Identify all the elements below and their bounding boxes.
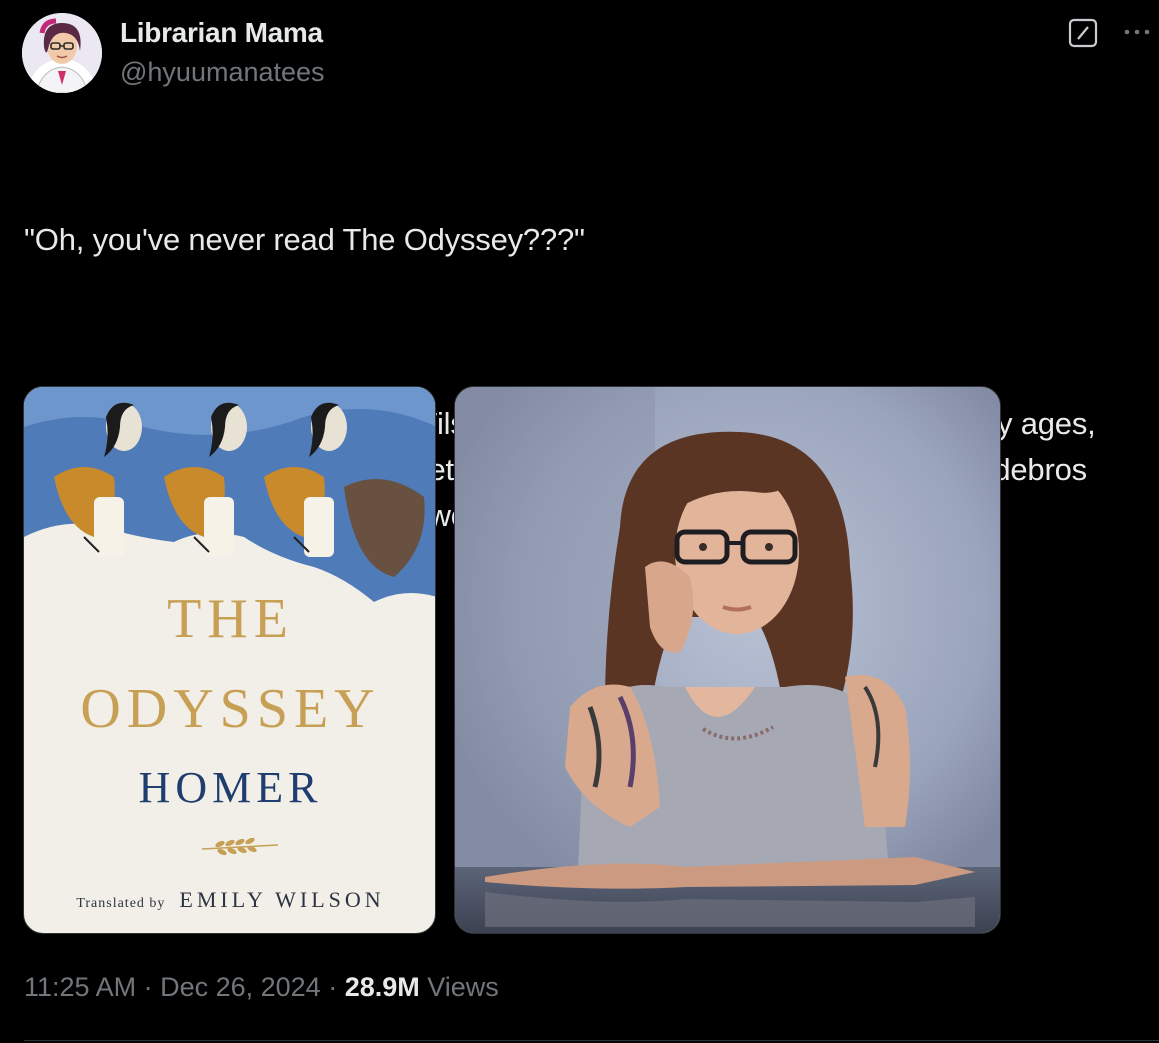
cover-title-line1: THE	[167, 588, 294, 650]
tweet-date[interactable]: Dec 26, 2024	[160, 972, 321, 1002]
views-count: 28.9M	[344, 972, 420, 1002]
tweet[interactable]: Librarian Mama @hyuumanatees "Oh, you've…	[0, 0, 1159, 1043]
tweet-time[interactable]: 11:25 AM	[24, 972, 136, 1002]
media-book-cover[interactable]: THE ODYSSEY HOMER Translated by EMILY WIL…	[23, 386, 436, 934]
avatar-illustration-icon	[22, 13, 102, 93]
cover-author: HOMER	[138, 763, 323, 812]
tweet-meta: 11:25 AM · Dec 26, 2024 · 28.9M Views	[24, 972, 499, 1003]
fresco-artwork	[24, 387, 435, 617]
cover-translated-by: Translated by	[76, 896, 166, 911]
divider	[24, 1040, 1159, 1041]
author-display-name[interactable]: Librarian Mama	[120, 17, 323, 49]
meta-separator: ·	[320, 972, 345, 1002]
avatar[interactable]	[22, 13, 102, 93]
tweet-paragraph: "Oh, you've never read The Odyssey???"	[24, 222, 585, 257]
grok-icon[interactable]	[1068, 18, 1098, 48]
author-handle[interactable]: @hyuumanatees	[120, 57, 325, 88]
cover-translator-name: EMILY WILSON	[179, 887, 385, 912]
woman-portrait-image	[455, 387, 1000, 933]
more-icon[interactable]	[1121, 22, 1153, 42]
cover-translator: Translated by EMILY WILSON	[24, 887, 435, 913]
laurel-sprig-icon	[201, 837, 279, 856]
media-portrait-photo[interactable]	[454, 386, 1001, 934]
meta-separator: ·	[136, 972, 161, 1002]
cover-title-line2: ODYSSEY	[80, 678, 381, 740]
views-label: Views	[419, 972, 499, 1002]
